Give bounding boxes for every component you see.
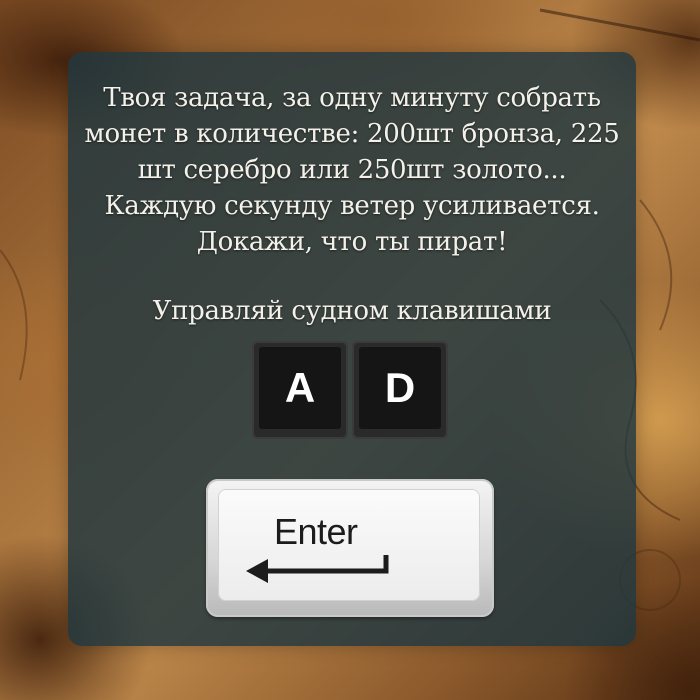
mission-line-5: Докажи, что ты пират! bbox=[196, 227, 508, 257]
enter-key-button[interactable]: Enter bbox=[206, 479, 494, 617]
mission-line-2: монет в количестве: 200шт бронза, 225 bbox=[84, 119, 620, 149]
enter-arrow-icon bbox=[246, 555, 389, 583]
key-d-label: D bbox=[359, 347, 441, 429]
mission-line-4: Каждую секунду ветер усиливается. bbox=[104, 191, 600, 221]
controls-label: Управляй судном клавишами bbox=[152, 296, 552, 326]
key-a[interactable]: A bbox=[252, 341, 348, 439]
mission-text: Твоя задача, за одну минуту собрать моне… bbox=[68, 80, 636, 260]
key-a-label: A bbox=[259, 347, 341, 429]
enter-key-label: Enter bbox=[274, 511, 358, 552]
mission-line-1: Твоя задача, за одну минуту собрать bbox=[103, 83, 601, 113]
enter-key-face: Enter bbox=[218, 489, 480, 601]
key-d[interactable]: D bbox=[352, 341, 448, 439]
mission-line-3: шт серебро или 250шт золото... bbox=[137, 155, 567, 185]
